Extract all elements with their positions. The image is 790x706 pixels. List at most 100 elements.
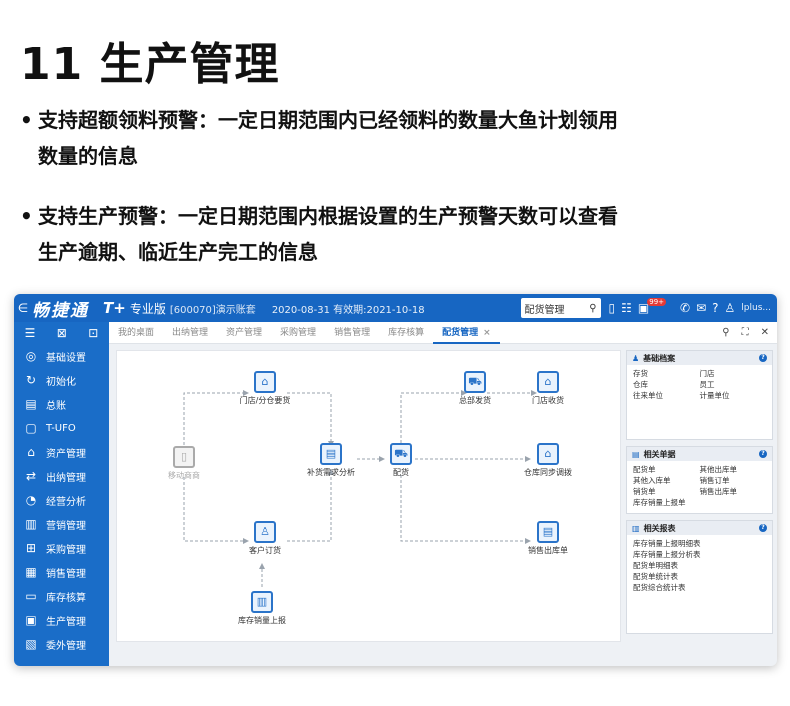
gift-icon[interactable]: ✉ — [696, 301, 706, 315]
ledger-icon: ▤ — [25, 397, 37, 411]
panel-link[interactable]: 销货单 — [633, 486, 700, 497]
sidebar-item-analysis[interactable]: ◔ 经营分析 — [14, 488, 109, 512]
panel-link[interactable]: 库存销量上报明细表 — [633, 538, 766, 549]
panel-title: 基础档案 — [643, 353, 676, 363]
sidebar-item-inventory[interactable]: ▭ 库存核算 — [14, 584, 109, 608]
bullet1-line1: 支持超额领料预警：一定日期范围内已经领料的数量大鱼计划领用 — [38, 108, 618, 132]
sidebar-item-sales[interactable]: ▦ 销售管理 — [14, 560, 109, 584]
panel-link[interactable]: 其他出库单 — [700, 464, 767, 475]
help-icon[interactable]: ? — [759, 450, 767, 458]
account-label[interactable]: [600070]演示账套 — [170, 301, 256, 316]
tab-my-desktop[interactable]: 我的桌面 — [109, 322, 163, 344]
search-icon[interactable]: ⚲ — [589, 303, 596, 314]
panel-link[interactable]: 配货单 — [633, 464, 700, 475]
phone-icon[interactable]: ✆ — [680, 301, 690, 315]
flow-canvas: ▯ 移动商商 ⌂ 门店/分仓要货 ▤ 补货需求分析 ⛟ 配货 ⛟ 总部发货 ⌂ 门店收货 ⌂… — [116, 350, 621, 642]
help-icon[interactable]: ? — [712, 301, 718, 315]
tab-inventory[interactable]: 库存核算 — [379, 322, 433, 344]
sidebar-item-marketing[interactable]: ▥ 营销管理 — [14, 512, 109, 536]
panel-link[interactable]: 销售出库单 — [700, 486, 767, 497]
panel-related-reports: ▥ 相关报表? 库存销量上报明细表 库存销量上报分析表 配货单明细表 配货单统计表… — [626, 520, 773, 634]
tab-sales[interactable]: 销售管理 — [325, 322, 379, 344]
panel-link[interactable]: 配货单统计表 — [633, 571, 766, 582]
tab-cashier[interactable]: 出纳管理 — [163, 322, 217, 344]
panel-link[interactable]: 员工 — [700, 379, 767, 390]
panel-header: ▤ 相关单据? — [627, 447, 772, 461]
panel-link[interactable]: 门店 — [700, 368, 767, 379]
panel-body: 配货单 其他出库单 其他入库单 销售订单 销货单 销售出库单 库存销量上报单 — [627, 461, 772, 511]
product-logo: T+ — [103, 299, 126, 317]
panel-link[interactable]: 库存销量上报分析表 — [633, 549, 766, 560]
back-icon[interactable]: ∈ — [14, 301, 32, 315]
cart-icon: ⊞ — [25, 541, 37, 555]
sidebar-item-production[interactable]: ▣ 生产管理 — [14, 608, 109, 632]
message-badge: 99+ — [647, 298, 667, 306]
node-store-receive[interactable]: ⌂ 门店收货 — [503, 371, 593, 406]
panel-link[interactable]: 往来单位 — [633, 390, 700, 401]
analysis-icon: ▤ — [320, 443, 342, 465]
checklist-icon[interactable]: ☷ — [621, 301, 632, 315]
folder-icon: ♟ — [632, 353, 640, 363]
sidebar-item-label: 营销管理 — [46, 520, 86, 532]
production-icon: ▣ — [25, 613, 37, 627]
sidebar-item-basic-settings[interactable]: ◎ 基础设置 — [14, 344, 109, 368]
panel-link[interactable]: 配货单明细表 — [633, 560, 766, 571]
panel-link[interactable]: 计量单位 — [700, 390, 767, 401]
node-mobile[interactable]: ▯ 移动商商 — [139, 446, 229, 481]
node-label: 库存销量上报 — [238, 616, 286, 625]
grid-icon[interactable]: ⊠ — [57, 326, 67, 340]
sidebar-item-label: 总账 — [46, 400, 66, 412]
sidebar-item-init[interactable]: ↻ 初始化 — [14, 368, 109, 392]
settings-icon: ◎ — [25, 349, 37, 363]
node-customer-order[interactable]: ♙ 客户订货 — [220, 521, 310, 556]
panel-link[interactable]: 库存销量上报单 — [633, 497, 700, 508]
user-name[interactable]: lplus... — [741, 303, 771, 313]
search-icon[interactable]: ⚲ — [722, 327, 729, 338]
panel-link[interactable]: 其他入库单 — [633, 475, 700, 486]
close-icon[interactable]: × — [483, 328, 491, 338]
help-icon[interactable]: ? — [759, 354, 767, 362]
panel-title: 相关单据 — [643, 449, 676, 459]
menu-icon[interactable]: ☰ — [25, 326, 36, 340]
warehouse-icon: ⌂ — [537, 443, 559, 465]
tab-assets[interactable]: 资产管理 — [217, 322, 271, 344]
node-stock-report[interactable]: ▥ 库存销量上报 — [217, 591, 307, 626]
node-warehouse-sync[interactable]: ⌂ 仓库同步调拨 — [503, 443, 593, 478]
close-icon[interactable]: ✕ — [761, 327, 769, 338]
store-icon: ⌂ — [537, 371, 559, 393]
panel-link[interactable]: 存货 — [633, 368, 700, 379]
pin-icon[interactable]: ⊡ — [88, 326, 98, 340]
report-icon: ▢ — [25, 421, 37, 435]
tab-dispatch[interactable]: 配货管理 × — [433, 322, 500, 344]
date-label: 2020-08-31 有效期:2021-10-18 — [271, 304, 425, 316]
tab-purchase[interactable]: 采购管理 — [271, 322, 325, 344]
panel-link[interactable]: 销售订单 — [700, 475, 767, 486]
save-icon[interactable]: ▯ — [609, 301, 616, 315]
sidebar-item-tufo[interactable]: ▢ T-UFO — [14, 416, 109, 440]
sidebar-item-purchase[interactable]: ⊞ 采购管理 — [14, 536, 109, 560]
panel-link[interactable]: 仓库 — [633, 379, 700, 390]
node-label: 门店/分仓要货 — [239, 396, 291, 405]
panel-basic-files: ♟ 基础档案? 存货 门店 仓库 员工 往来单位 计量单位 — [626, 350, 773, 440]
node-store-request[interactable]: ⌂ 门店/分仓要货 — [220, 371, 310, 406]
panel-link[interactable]: 配货综合统计表 — [633, 582, 766, 593]
edition-label: 专业版 — [129, 301, 166, 316]
help-icon[interactable]: ? — [759, 524, 767, 532]
node-sales-outbound[interactable]: ▤ 销售出库单 — [503, 521, 593, 556]
bar-chart-icon: ▥ — [25, 517, 37, 531]
expand-icon[interactable]: ⛶ — [742, 327, 749, 338]
search-value: 配货管理 — [524, 304, 565, 316]
pie-chart-icon: ◔ — [25, 493, 37, 507]
tab-dispatch-label: 配货管理 — [442, 327, 479, 338]
panel-header: ▥ 相关报表? — [627, 521, 772, 535]
node-dispatch[interactable]: ⛟ 配货 — [356, 443, 446, 478]
customer-icon: ♙ — [254, 521, 276, 543]
sidebar-item-cashier[interactable]: ⇄ 出纳管理 — [14, 464, 109, 488]
sidebar-item-assets[interactable]: ⌂ 资产管理 — [14, 440, 109, 464]
sidebar-item-ledger[interactable]: ▤ 总账 — [14, 392, 109, 416]
sidebar-item-outsourcing[interactable]: ▧ 委外管理 — [14, 632, 109, 656]
outsourcing-icon: ▧ — [25, 637, 37, 651]
user-icon[interactable]: ♙ — [725, 301, 736, 315]
search-input[interactable]: 配货管理 ⚲ — [520, 298, 601, 318]
panel-related-docs: ▤ 相关单据? 配货单 其他出库单 其他入库单 销售订单 销货单 销售出库单 库存… — [626, 446, 773, 514]
